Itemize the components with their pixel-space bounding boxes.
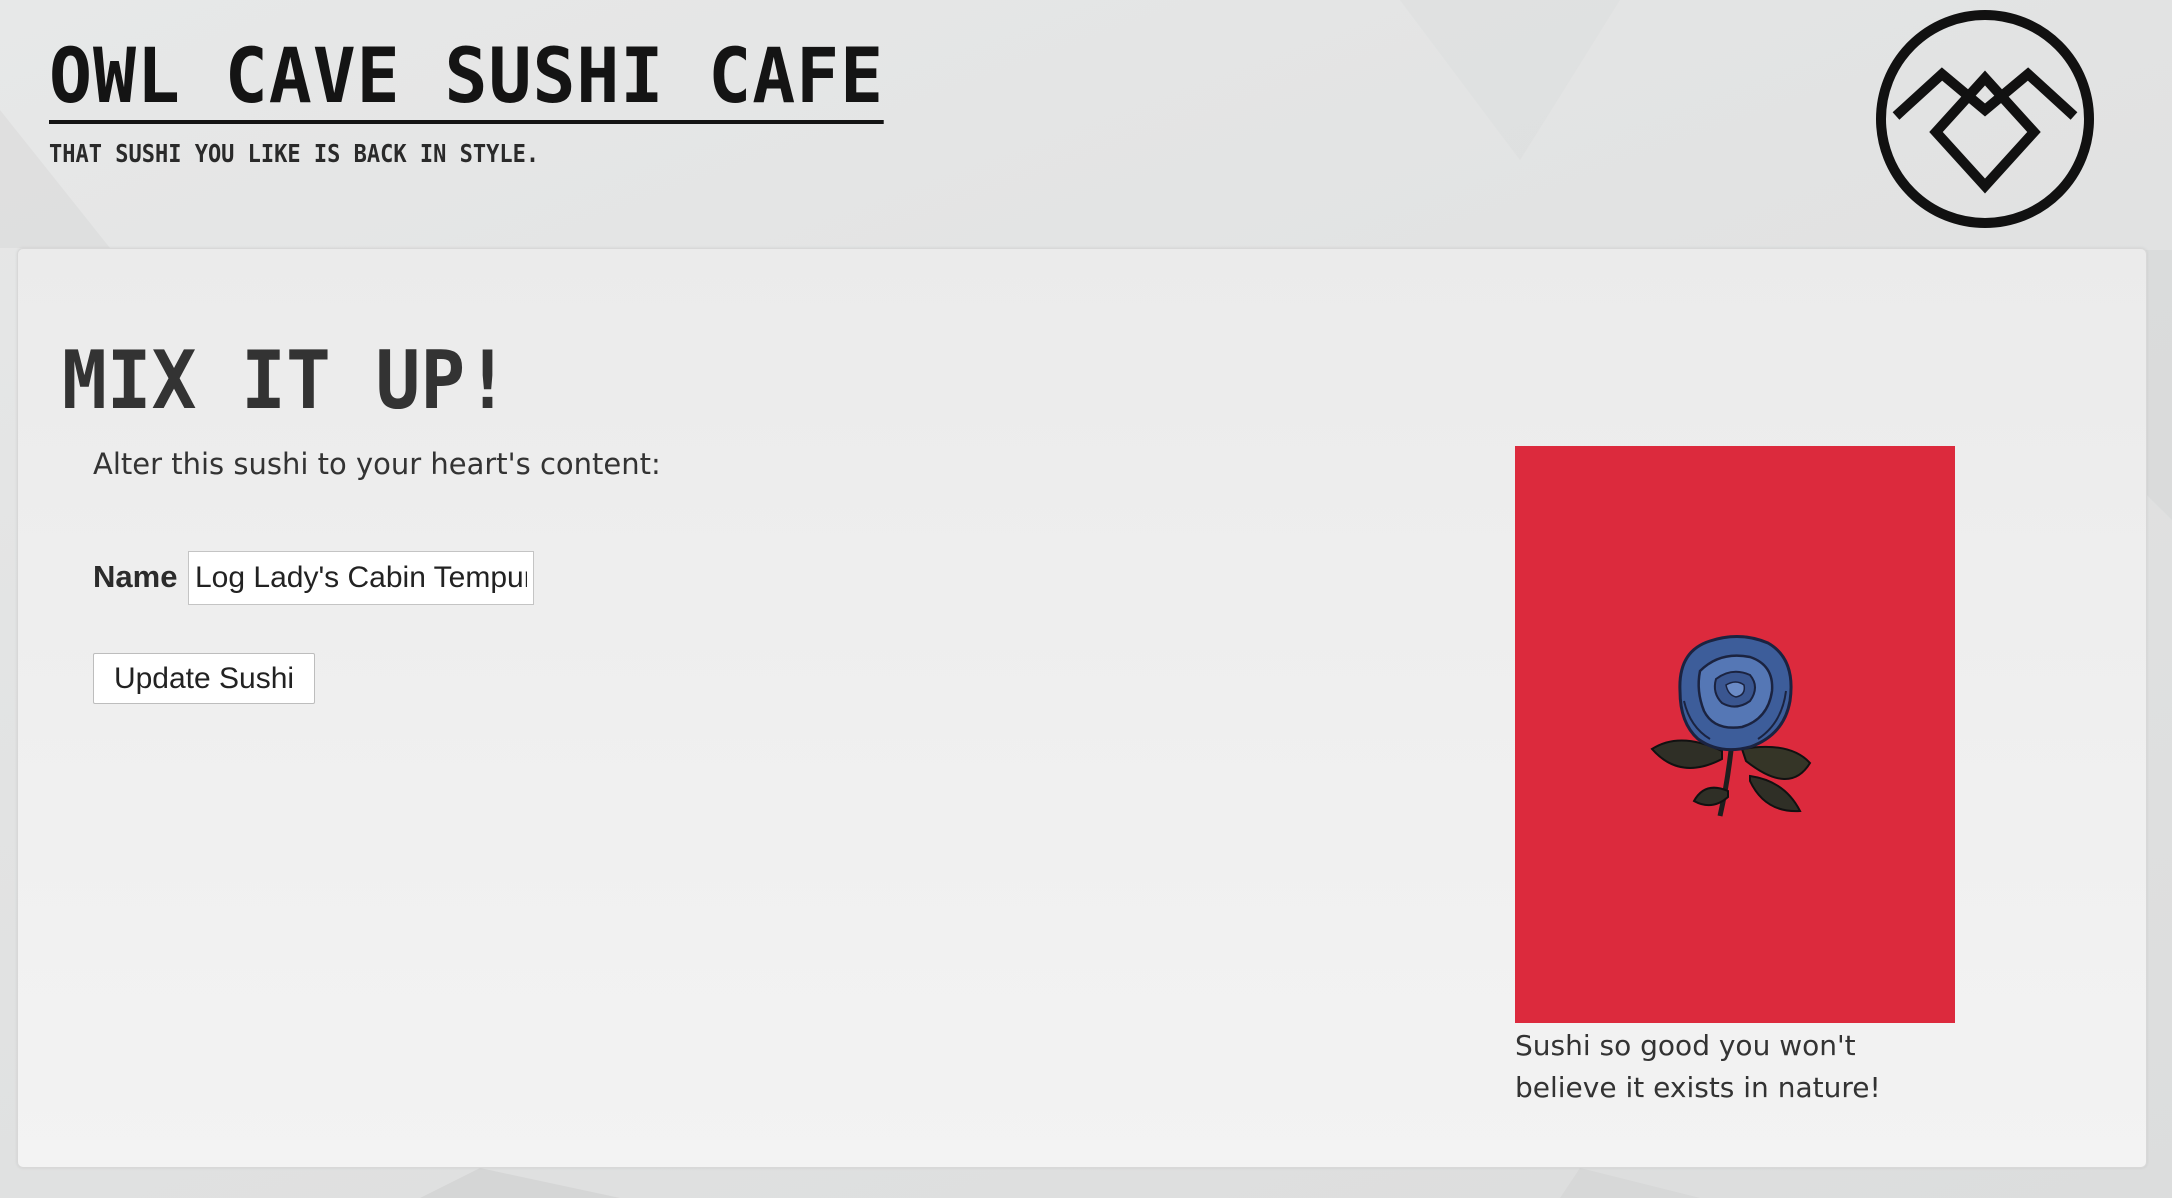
name-input[interactable]: [188, 551, 534, 605]
update-sushi-button[interactable]: Update Sushi: [93, 653, 315, 704]
sushi-image: [1515, 446, 1955, 1023]
owl-cave-symbol-icon: [1874, 8, 2096, 230]
section-heading: Mix it up!: [62, 334, 510, 427]
sushi-caption: Sushi so good you won't believe it exist…: [1515, 1029, 1881, 1104]
site-header: Owl Cave Sushi Cafe That sushi you like …: [0, 0, 2172, 248]
edit-sushi-panel: Mix it up! Alter this sushi to your hear…: [17, 248, 2147, 1168]
name-label: Name: [93, 559, 178, 594]
sushi-figure: Sushi so good you won't believe it exist…: [1515, 446, 1955, 1109]
intro-text: Alter this sushi to your heart's content…: [93, 447, 661, 481]
site-tagline: That sushi you like is back in style.: [49, 139, 540, 168]
site-title-link[interactable]: Owl Cave Sushi Cafe: [49, 36, 885, 124]
blue-rose-icon: [1650, 635, 1812, 817]
